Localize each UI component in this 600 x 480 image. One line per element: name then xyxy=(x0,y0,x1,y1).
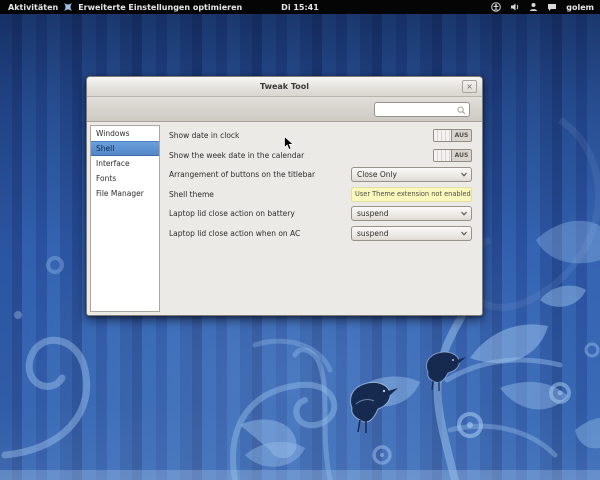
sidebar-item-file-manager[interactable]: File Manager xyxy=(91,186,159,201)
toggle-knob xyxy=(434,130,452,141)
shell-theme-warning: User Theme extension not enabled xyxy=(351,187,472,202)
setting-label: Laptop lid close action on battery xyxy=(169,209,295,218)
sidebar-item-interface[interactable]: Interface xyxy=(91,156,159,171)
accessibility-icon[interactable] xyxy=(491,2,501,12)
setting-label: Show the week date in the calendar xyxy=(169,151,304,160)
volume-icon[interactable] xyxy=(510,2,520,12)
tweak-tool-app-icon[interactable] xyxy=(63,2,73,12)
setting-label: Arrangement of buttons on the titlebar xyxy=(169,170,315,179)
chevron-down-icon xyxy=(461,231,466,236)
window-titlebar[interactable]: Tweak Tool × xyxy=(87,77,482,97)
mouse-cursor xyxy=(284,136,294,151)
date-in-clock-toggle[interactable]: AUS xyxy=(433,129,472,142)
setting-label: Show date in clock xyxy=(169,131,239,140)
dropdown-value: suspend xyxy=(357,209,388,218)
lid-battery-dropdown[interactable]: suspend xyxy=(351,206,472,221)
setting-row-week-date: Show the week date in the calendar AUS xyxy=(169,146,472,166)
category-sidebar: Windows Shell Interface Fonts File Manag… xyxy=(90,125,160,312)
tweak-tool-window: Tweak Tool × Windows Shell Interface Fon… xyxy=(86,76,483,316)
setting-row-lid-battery: Laptop lid close action on battery suspe… xyxy=(169,204,472,224)
sidebar-item-windows[interactable]: Windows xyxy=(91,126,159,141)
toggle-state-label: AUS xyxy=(452,150,471,161)
setting-label: Shell theme xyxy=(169,190,214,199)
setting-row-date-in-clock: Show date in clock AUS xyxy=(169,126,472,146)
setting-label: Laptop lid close action when on AC xyxy=(169,229,300,238)
settings-panel: Show date in clock AUS Show the week dat… xyxy=(160,122,482,315)
toggle-state-label: AUS xyxy=(452,130,471,141)
user-menu[interactable]: golem xyxy=(566,3,594,12)
week-date-toggle[interactable]: AUS xyxy=(433,149,472,162)
search-icon xyxy=(457,106,466,115)
toggle-knob xyxy=(434,150,452,161)
window-title: Tweak Tool xyxy=(260,82,309,91)
titlebar-buttons-dropdown[interactable]: Close Only xyxy=(351,167,472,182)
window-toolbar xyxy=(87,97,482,122)
focused-app-title[interactable]: Erweiterte Einstellungen optimieren xyxy=(78,3,242,12)
desktop: Aktivitäten Erweiterte Einstellungen opt… xyxy=(0,0,600,480)
setting-row-lid-ac: Laptop lid close action when on AC suspe… xyxy=(169,224,472,244)
wallpaper-bottom-band xyxy=(0,470,600,480)
chevron-down-icon xyxy=(461,211,466,216)
setting-row-shell-theme: Shell theme User Theme extension not ena… xyxy=(169,185,472,205)
setting-row-titlebar-buttons: Arrangement of buttons on the titlebar C… xyxy=(169,165,472,185)
dropdown-value: suspend xyxy=(357,229,388,238)
sidebar-item-fonts[interactable]: Fonts xyxy=(91,171,159,186)
chat-bubble-icon[interactable] xyxy=(547,3,557,12)
search-input[interactable] xyxy=(375,103,469,116)
close-button[interactable]: × xyxy=(462,80,477,93)
chevron-down-icon xyxy=(461,172,466,177)
dropdown-value: Close Only xyxy=(357,170,397,179)
activities-button[interactable]: Aktivitäten xyxy=(8,3,58,12)
search-field[interactable] xyxy=(374,102,470,117)
lid-ac-dropdown[interactable]: suspend xyxy=(351,226,472,241)
top-bar: Aktivitäten Erweiterte Einstellungen opt… xyxy=(0,0,600,14)
user-status-icon[interactable] xyxy=(529,2,538,12)
sidebar-item-shell[interactable]: Shell xyxy=(91,141,159,156)
